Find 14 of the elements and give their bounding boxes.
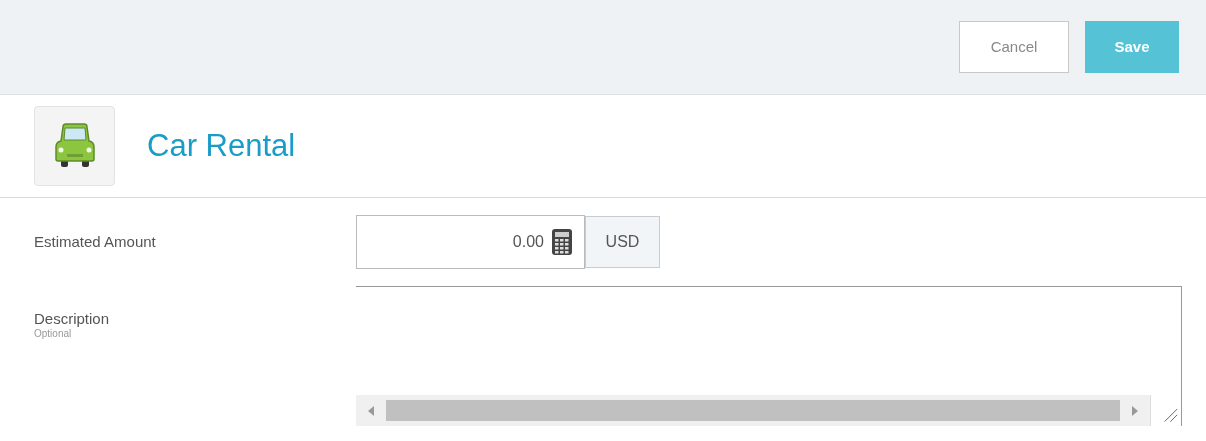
field-label: Estimated Amount bbox=[34, 232, 157, 252]
scroll-left-arrow-icon[interactable] bbox=[368, 405, 374, 416]
calculator-icon[interactable] bbox=[552, 229, 572, 255]
car-icon bbox=[53, 123, 96, 169]
optional-hint: Optional bbox=[34, 328, 73, 339]
currency-selector[interactable]: USD bbox=[585, 216, 660, 268]
field-label: Description bbox=[34, 310, 111, 328]
description-textarea[interactable] bbox=[356, 286, 1182, 426]
scrollbar-thumb[interactable] bbox=[386, 400, 1120, 421]
amount-field[interactable]: 0.00 bbox=[356, 215, 585, 269]
scroll-right-arrow-icon[interactable] bbox=[1132, 405, 1138, 416]
cancel-button[interactable]: Cancel bbox=[959, 21, 1069, 73]
page-title: Car Rental bbox=[147, 126, 296, 165]
amount-value: 0.00 bbox=[512, 232, 544, 252]
